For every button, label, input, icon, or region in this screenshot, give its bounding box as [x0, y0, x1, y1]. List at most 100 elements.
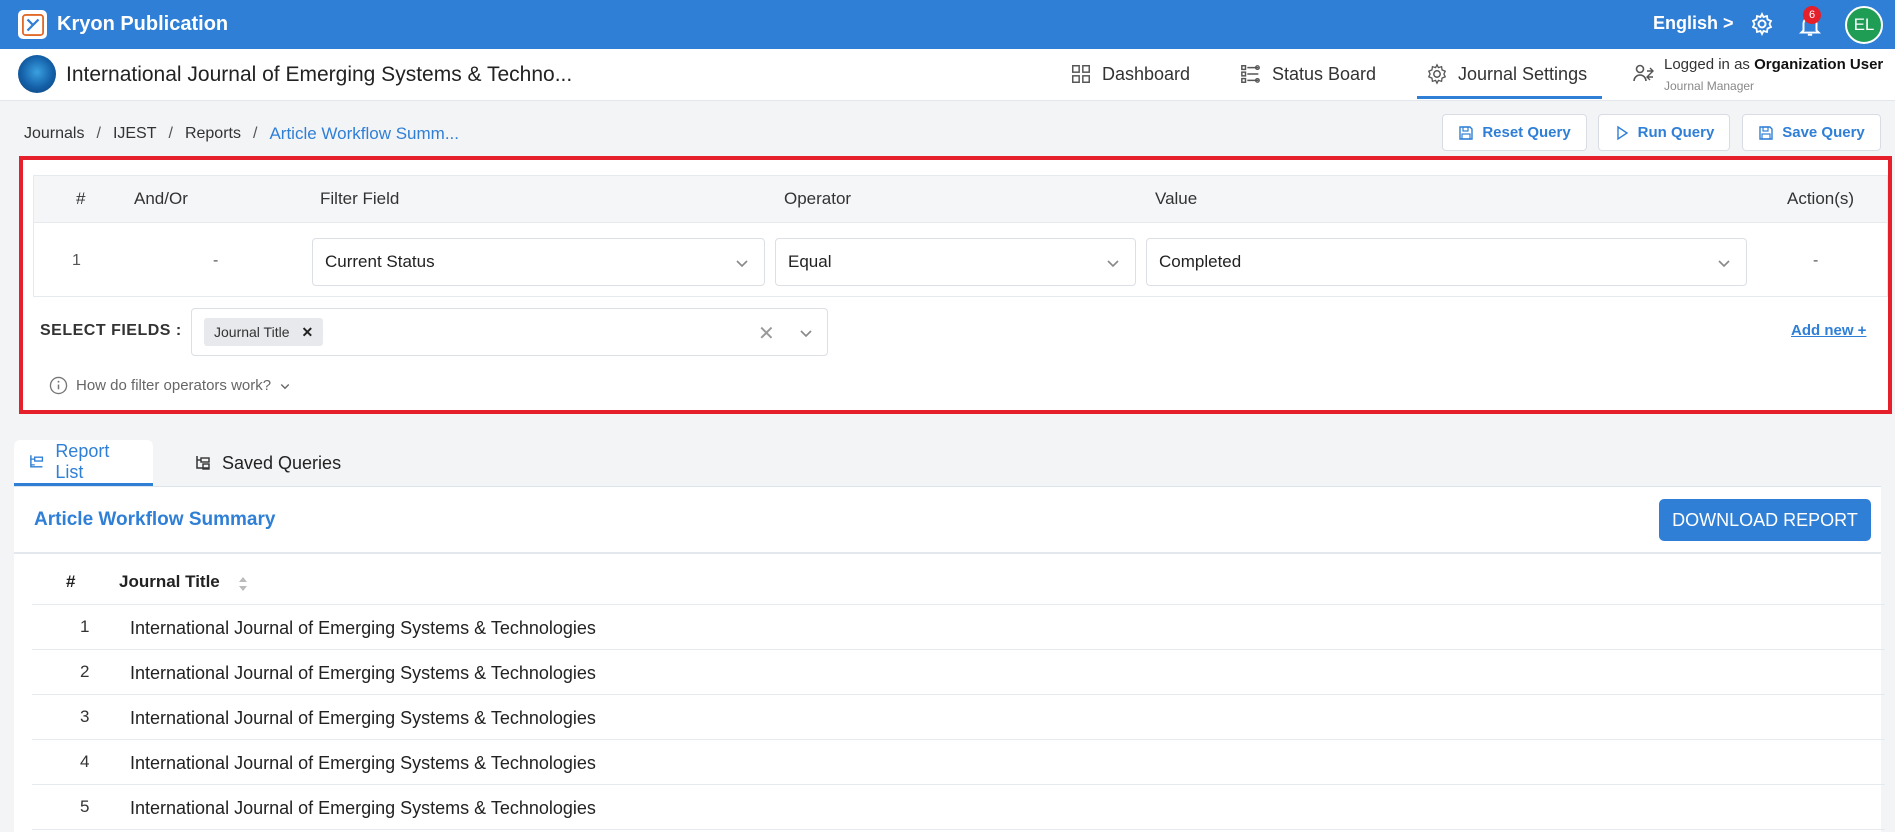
report-tree-icon — [30, 454, 44, 468]
language-selector[interactable]: English > — [1653, 13, 1734, 34]
add-new-link[interactable]: Add new + — [1791, 322, 1866, 339]
user-switch-icon[interactable] — [1631, 61, 1655, 85]
run-query-button[interactable]: Run Query — [1598, 114, 1730, 151]
col-andor-header: And/Or — [134, 189, 188, 208]
row-journal-title: International Journal of Emerging System… — [130, 618, 596, 638]
table-row: 4 International Journal of Emerging Syst… — [32, 740, 1885, 785]
table-row: 5 International Journal of Emerging Syst… — [32, 785, 1885, 830]
row-number: 2 — [80, 662, 90, 681]
app-logo-icon[interactable] — [18, 10, 47, 39]
settings-gear-icon[interactable] — [1750, 12, 1774, 36]
filter-field-value: Current Status — [325, 252, 435, 271]
breadcrumb-separator: / — [252, 125, 258, 142]
logged-in-text: Logged in as Organization User — [1664, 56, 1883, 73]
breadcrumb-current: Article Workflow Summ... — [269, 124, 459, 143]
table-row: 2 International Journal of Emerging Syst… — [32, 650, 1885, 695]
tab-saved-queries-label: Saved Queries — [222, 452, 342, 473]
status-board-icon — [1241, 65, 1260, 83]
chip-label: Journal Title — [214, 324, 290, 340]
app-title[interactable]: Kryon Publication — [57, 13, 228, 36]
filter-row-number: 1 — [72, 252, 81, 269]
nav-journal-settings-label: Journal Settings — [1458, 63, 1588, 84]
floppy-disk-icon — [1459, 125, 1474, 140]
report-card: Article Workflow Summary DOWNLOAD REPORT… — [14, 486, 1885, 832]
filter-field-dropdown[interactable]: Current Status — [312, 238, 765, 286]
floppy-disk-icon — [1759, 125, 1773, 140]
chevron-down-icon[interactable] — [798, 325, 814, 341]
row-journal-title: International Journal of Emerging System… — [130, 753, 596, 773]
select-fields-input[interactable]: Journal Title ✕ ✕ — [191, 308, 828, 356]
clear-selection-icon[interactable]: ✕ — [758, 321, 775, 346]
breadcrumb-reports[interactable]: Reports — [185, 125, 241, 143]
notification-count-badge: 6 — [1803, 6, 1821, 24]
nav-active-indicator — [1417, 96, 1602, 99]
nav-status-board-label: Status Board — [1272, 63, 1377, 84]
reset-query-button[interactable]: Reset Query — [1442, 114, 1587, 151]
col-num-header: # — [76, 189, 86, 208]
breadcrumb: Journals / IJEST / Reports / Article Wor… — [24, 124, 459, 144]
value-value: Completed — [1159, 252, 1242, 271]
logged-in-prefix: Logged in as — [1664, 56, 1750, 73]
row-number: 3 — [80, 707, 90, 726]
select-fields-label: SELECT FIELDS : — [40, 322, 182, 339]
table-row: 3 International Journal of Emerging Syst… — [32, 695, 1885, 740]
saved-queries-icon — [196, 456, 210, 470]
play-icon — [1616, 125, 1628, 140]
logged-in-user: Organization User — [1754, 56, 1884, 73]
nav-dashboard-label: Dashboard — [1102, 63, 1191, 84]
breadcrumb-ijest[interactable]: IJEST — [113, 125, 157, 143]
chip-remove-icon[interactable]: ✕ — [301, 324, 313, 341]
grid-icon — [1072, 65, 1090, 83]
row-journal-title: International Journal of Emerging System… — [130, 798, 596, 818]
filter-row-andor: - — [213, 252, 219, 269]
nav-dashboard[interactable]: Dashboard — [1070, 63, 1190, 85]
col-value-header: Value — [1155, 189, 1198, 208]
journal-title[interactable]: International Journal of Emerging System… — [66, 63, 572, 87]
value-dropdown[interactable]: Completed — [1146, 238, 1747, 286]
breadcrumb-journals[interactable]: Journals — [24, 125, 84, 143]
user-role: Journal Manager — [1664, 79, 1755, 93]
row-number: 1 — [80, 617, 90, 636]
save-query-label: Save Query — [1782, 124, 1865, 141]
report-divider — [14, 552, 1881, 554]
save-query-button[interactable]: Save Query — [1742, 114, 1881, 151]
operator-value: Equal — [788, 252, 832, 271]
filter-help-text: How do filter operators work? — [76, 377, 272, 394]
col-filter-field-header: Filter Field — [320, 189, 400, 208]
download-report-button[interactable]: DOWNLOAD REPORT — [1659, 499, 1871, 541]
tab-saved-queries[interactable]: Saved Queries — [180, 440, 355, 486]
filter-help-toggle[interactable]: How do filter operators work? — [49, 376, 291, 395]
breadcrumb-separator: / — [168, 125, 173, 142]
chevron-down-icon — [736, 260, 748, 268]
row-journal-title: International Journal of Emerging System… — [130, 708, 596, 728]
filter-table: # And/Or Filter Field Operator Value Act… — [33, 175, 1888, 297]
user-avatar[interactable]: EL — [1845, 6, 1883, 44]
operator-dropdown[interactable]: Equal — [775, 238, 1136, 286]
journal-header: International Journal of Emerging System… — [0, 49, 1895, 101]
chevron-down-icon — [1718, 260, 1730, 268]
breadcrumb-separator: / — [96, 125, 101, 142]
tab-report-list-label: Report List — [55, 440, 110, 482]
top-app-bar: Kryon Publication English > 6 EL — [0, 0, 1895, 49]
nav-journal-settings[interactable]: Journal Settings — [1426, 63, 1587, 85]
chevron-down-icon — [280, 383, 290, 389]
reset-query-label: Reset Query — [1482, 124, 1571, 141]
info-icon — [49, 376, 68, 395]
filter-row-actions: - — [1813, 252, 1819, 269]
report-col-num-header: # — [66, 572, 76, 591]
report-title: Article Workflow Summary — [34, 509, 276, 530]
row-number: 4 — [80, 752, 90, 771]
sort-icon[interactable] — [238, 575, 248, 593]
report-col-journal-title-header[interactable]: Journal Title — [119, 572, 220, 592]
col-actions-header: Action(s) — [1787, 189, 1855, 208]
gear-icon — [1427, 63, 1447, 85]
journal-logo — [18, 55, 56, 93]
table-row: 1 International Journal of Emerging Syst… — [32, 605, 1885, 650]
filter-table-header: # And/Or Filter Field Operator Value Act… — [34, 176, 1887, 223]
row-number: 5 — [80, 797, 90, 816]
tab-report-list[interactable]: Report List — [14, 440, 153, 486]
run-query-label: Run Query — [1637, 124, 1715, 141]
filter-panel: # And/Or Filter Field Operator Value Act… — [19, 156, 1892, 414]
chevron-down-icon — [1107, 260, 1119, 268]
nav-status-board[interactable]: Status Board — [1240, 63, 1376, 85]
